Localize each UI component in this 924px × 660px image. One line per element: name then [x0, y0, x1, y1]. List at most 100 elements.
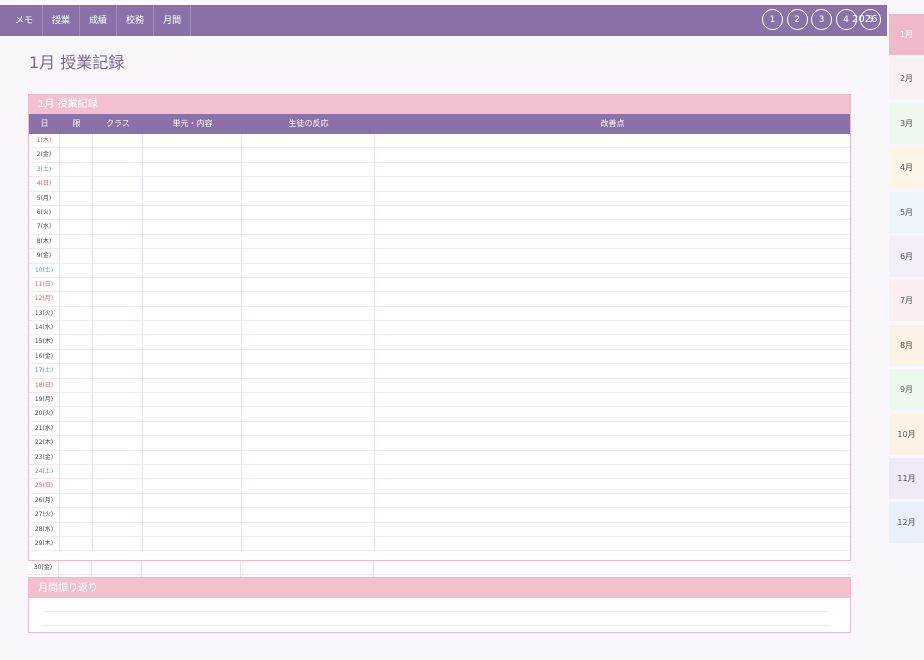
table-cell[interactable] — [143, 421, 242, 436]
table-cell[interactable] — [93, 508, 143, 522]
page-circle-button[interactable]: 1 — [762, 9, 783, 30]
table-cell[interactable] — [242, 177, 375, 191]
table-cell[interactable] — [93, 249, 143, 263]
table-cell[interactable] — [242, 234, 375, 249]
table-cell[interactable] — [60, 335, 93, 349]
table-cell[interactable] — [374, 561, 849, 574]
table-cell[interactable] — [242, 277, 375, 292]
table-cell[interactable] — [242, 220, 375, 234]
table-cell[interactable] — [375, 148, 850, 161]
month-tab[interactable]: 7月 — [889, 280, 924, 322]
table-cell[interactable] — [242, 450, 375, 464]
month-tab[interactable]: 11月 — [889, 457, 924, 499]
table-cell[interactable] — [242, 306, 375, 321]
table-cell[interactable] — [60, 162, 93, 177]
table-cell[interactable] — [242, 436, 375, 450]
table-cell[interactable] — [143, 134, 242, 148]
table-cell[interactable] — [143, 436, 242, 450]
page-circle-button[interactable]: 3 — [811, 9, 832, 30]
table-cell[interactable] — [375, 220, 850, 233]
table-cell[interactable] — [93, 349, 143, 364]
nav-item[interactable]: 校務 — [117, 5, 155, 36]
table-cell[interactable] — [375, 307, 850, 320]
table-cell[interactable] — [242, 148, 375, 162]
table-cell[interactable] — [242, 349, 375, 364]
table-cell[interactable] — [60, 263, 93, 277]
table-cell[interactable] — [375, 436, 850, 449]
table-cell[interactable] — [60, 407, 93, 421]
nav-item[interactable]: 月間 — [154, 5, 192, 36]
table-cell[interactable] — [375, 177, 850, 190]
table-cell[interactable] — [60, 522, 93, 536]
table-cell[interactable] — [242, 522, 375, 536]
table-cell[interactable] — [60, 234, 93, 249]
month-tab[interactable]: 10月 — [889, 413, 924, 455]
table-cell[interactable] — [93, 335, 143, 349]
table-cell[interactable] — [143, 479, 242, 493]
nav-item[interactable]: メモ — [6, 5, 44, 36]
table-cell[interactable] — [93, 464, 143, 479]
table-cell[interactable] — [143, 177, 242, 191]
page-circle-button[interactable]: 2 — [786, 9, 808, 30]
table-cell[interactable] — [93, 220, 143, 234]
table-cell[interactable] — [93, 436, 143, 450]
table-cell[interactable] — [242, 134, 375, 148]
table-cell[interactable] — [375, 249, 850, 262]
table-cell[interactable] — [242, 364, 375, 378]
month-tab[interactable]: 9月 — [889, 369, 924, 411]
month-tab[interactable]: 3月 — [889, 102, 924, 144]
table-cell[interactable] — [60, 436, 93, 450]
month-tab[interactable]: 5月 — [889, 191, 924, 233]
table-cell[interactable] — [60, 306, 93, 321]
table-cell[interactable] — [60, 220, 93, 234]
table-cell[interactable] — [242, 508, 375, 522]
table-cell[interactable] — [93, 536, 143, 551]
table-cell[interactable] — [60, 148, 93, 162]
table-cell[interactable] — [93, 148, 143, 162]
table-cell[interactable] — [375, 292, 850, 305]
table-cell[interactable] — [60, 508, 93, 522]
table-cell[interactable] — [93, 191, 143, 205]
table-cell[interactable] — [242, 249, 375, 263]
table-cell[interactable] — [143, 249, 242, 263]
table-cell[interactable] — [375, 407, 850, 420]
table-cell[interactable] — [242, 162, 375, 177]
table-cell[interactable] — [375, 321, 850, 334]
table-cell[interactable] — [143, 205, 242, 220]
table-cell[interactable] — [143, 536, 242, 551]
table-cell[interactable] — [143, 162, 242, 177]
table-cell[interactable] — [93, 522, 143, 536]
table-cell[interactable] — [60, 493, 93, 508]
table-cell[interactable] — [143, 378, 242, 393]
table-cell[interactable] — [60, 292, 93, 306]
table-cell[interactable] — [143, 508, 242, 522]
table-cell[interactable] — [60, 277, 93, 292]
nav-item[interactable]: 授業 — [43, 5, 81, 36]
table-cell[interactable] — [143, 407, 242, 421]
table-cell[interactable] — [375, 163, 850, 176]
table-cell[interactable] — [242, 464, 375, 479]
table-cell[interactable] — [242, 335, 375, 349]
review-line[interactable] — [43, 611, 829, 612]
table-cell[interactable] — [375, 350, 850, 363]
table-cell[interactable] — [242, 479, 375, 493]
table-cell[interactable] — [375, 508, 850, 521]
table-cell[interactable] — [242, 421, 375, 436]
table-cell[interactable] — [93, 479, 143, 493]
table-cell[interactable] — [143, 349, 242, 364]
table-cell[interactable] — [143, 321, 242, 335]
month-tab[interactable]: 8月 — [889, 324, 924, 366]
table-cell[interactable] — [60, 321, 93, 335]
nav-item[interactable]: 成績 — [80, 5, 118, 36]
table-cell[interactable] — [143, 220, 242, 234]
table-cell[interactable] — [143, 191, 242, 205]
table-cell[interactable] — [93, 321, 143, 335]
table-cell[interactable] — [92, 561, 142, 575]
table-cell[interactable] — [60, 177, 93, 191]
table-cell[interactable] — [242, 378, 375, 393]
table-cell[interactable] — [242, 292, 375, 306]
table-cell[interactable] — [60, 205, 93, 220]
table-cell[interactable] — [375, 134, 850, 147]
table-cell[interactable] — [60, 393, 93, 407]
table-cell[interactable] — [60, 464, 93, 479]
